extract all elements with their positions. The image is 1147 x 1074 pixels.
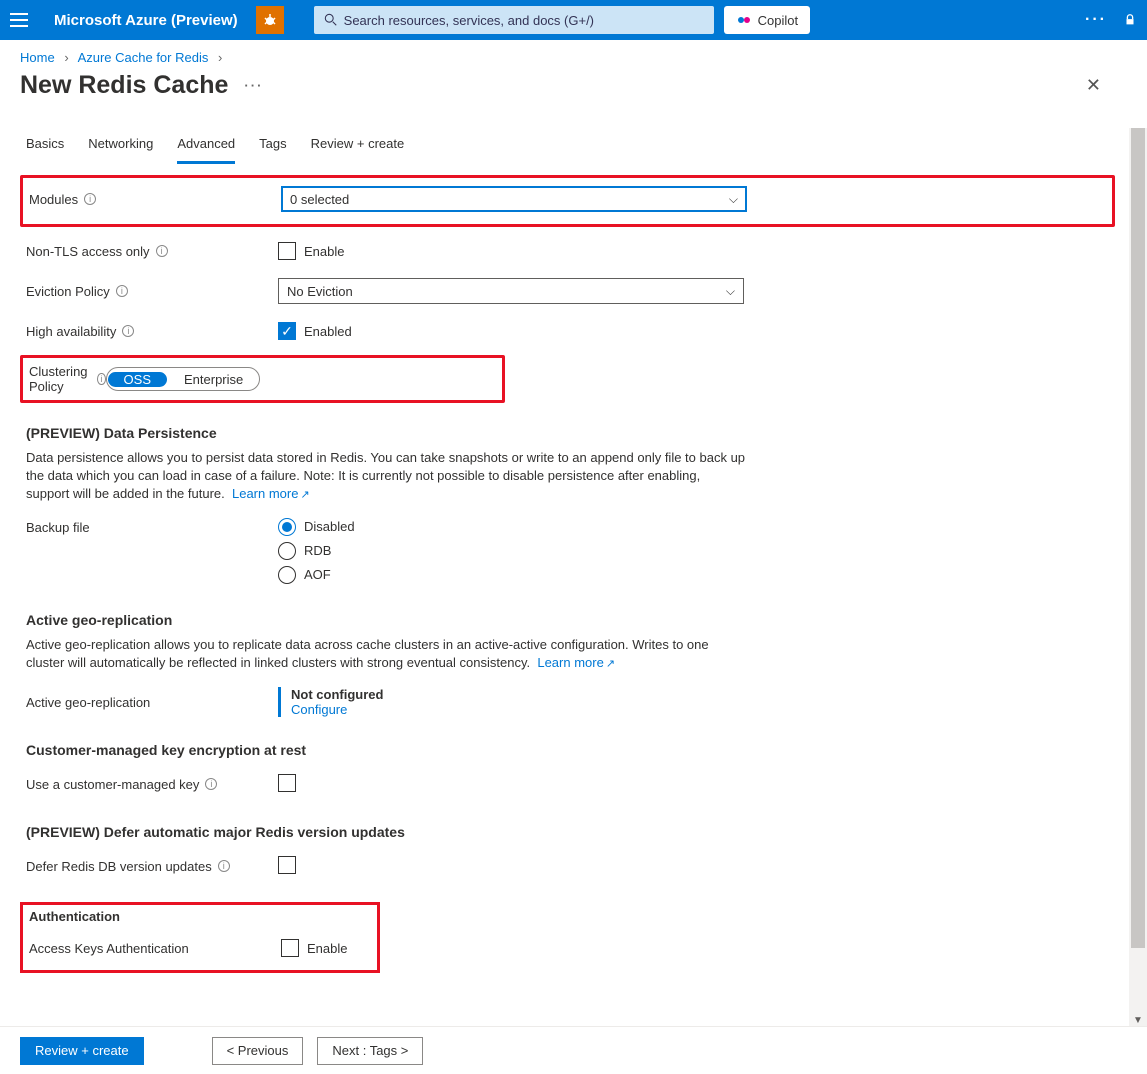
search-placeholder: Search resources, services, and docs (G+…: [344, 13, 594, 28]
ha-checkbox[interactable]: ✓: [278, 322, 296, 340]
cluster-label: Clustering Policy: [29, 364, 91, 394]
persistence-heading: (PREVIEW) Data Persistence: [26, 425, 1109, 441]
info-icon[interactable]: i: [84, 193, 96, 205]
hamburger-menu-icon[interactable]: [10, 8, 34, 32]
brand-title[interactable]: Microsoft Azure (Preview): [54, 12, 238, 29]
scroll-down-icon[interactable]: ▼: [1129, 1015, 1147, 1026]
persistence-learn-more-link[interactable]: Learn more↗: [232, 486, 310, 501]
auth-label: Access Keys Authentication: [29, 941, 189, 956]
global-search-input[interactable]: Search resources, services, and docs (G+…: [314, 6, 714, 34]
wizard-tabs: Basics Networking Advanced Tags Review +…: [26, 128, 1109, 164]
geo-learn-more-link[interactable]: Learn more↗: [537, 655, 615, 670]
backup-file-label: Backup file: [26, 520, 90, 535]
title-more-icon[interactable]: ···: [244, 78, 263, 93]
auth-checkbox[interactable]: [281, 939, 299, 957]
info-icon[interactable]: i: [122, 325, 134, 337]
vertical-scrollbar[interactable]: ▲ ▼: [1129, 128, 1147, 1026]
scrollbar-thumb[interactable]: [1131, 128, 1145, 948]
nontls-cb-label: Enable: [304, 244, 344, 259]
ha-label: High availability: [26, 324, 116, 339]
wizard-footer: Review + create < Previous Next : Tags >: [0, 1026, 1147, 1074]
geo-status: Not configured: [291, 687, 383, 702]
chevron-down-icon: ⌵: [729, 192, 738, 207]
copilot-button[interactable]: Copilot: [724, 6, 810, 34]
info-icon[interactable]: i: [116, 285, 128, 297]
external-link-icon: ↗: [606, 658, 615, 670]
copilot-icon: [736, 12, 752, 28]
cmk-heading: Customer-managed key encryption at rest: [26, 742, 1109, 758]
geo-label: Active geo-replication: [26, 695, 150, 710]
backup-disabled-radio[interactable]: [278, 518, 296, 536]
defer-heading: (PREVIEW) Defer automatic major Redis ve…: [26, 824, 1109, 840]
preview-bug-icon[interactable]: [256, 6, 284, 34]
cluster-policy-toggle[interactable]: OSS Enterprise: [106, 367, 261, 391]
cluster-enterprise-option[interactable]: Enterprise: [168, 372, 259, 387]
azure-top-header: Microsoft Azure (Preview) Search resourc…: [0, 0, 1147, 40]
eviction-dropdown[interactable]: No Eviction ⌵: [278, 278, 744, 304]
cluster-oss-option[interactable]: OSS: [108, 372, 167, 387]
close-icon[interactable]: ✕: [1086, 75, 1101, 96]
geo-heading: Active geo-replication: [26, 612, 1109, 628]
breadcrumb-home[interactable]: Home: [20, 50, 55, 65]
info-icon[interactable]: i: [156, 245, 168, 257]
review-create-button[interactable]: Review + create: [20, 1037, 144, 1065]
cmk-label: Use a customer-managed key: [26, 777, 199, 792]
eviction-label: Eviction Policy: [26, 284, 110, 299]
info-icon[interactable]: i: [218, 860, 230, 872]
auth-cb-label: Enable: [307, 941, 347, 956]
backup-aof-radio[interactable]: [278, 566, 296, 584]
next-button[interactable]: Next : Tags >: [317, 1037, 423, 1065]
info-icon[interactable]: i: [205, 778, 217, 790]
geo-configure-link[interactable]: Configure: [291, 702, 383, 717]
cmk-checkbox[interactable]: [278, 774, 296, 792]
accent-bar: [278, 687, 281, 717]
defer-label: Defer Redis DB version updates: [26, 859, 212, 874]
defer-checkbox[interactable]: [278, 856, 296, 874]
header-more-icon[interactable]: ···: [1085, 11, 1107, 29]
breadcrumb: Home › Azure Cache for Redis ›: [0, 40, 1147, 67]
previous-button[interactable]: < Previous: [212, 1037, 304, 1065]
breadcrumb-service[interactable]: Azure Cache for Redis: [78, 50, 209, 65]
ha-cb-label: Enabled: [304, 324, 352, 339]
tab-tags[interactable]: Tags: [259, 128, 286, 164]
modules-dropdown[interactable]: 0 selected ⌵: [281, 186, 747, 212]
modules-label: Modules: [29, 192, 78, 207]
external-link-icon: ↗: [300, 489, 309, 501]
chevron-down-icon: ⌵: [726, 284, 735, 299]
tab-review[interactable]: Review + create: [311, 128, 405, 164]
nontls-checkbox[interactable]: [278, 242, 296, 260]
auth-heading: Authentication: [29, 909, 371, 924]
chevron-right-icon: ›: [218, 50, 222, 65]
nontls-label: Non-TLS access only: [26, 244, 150, 259]
backup-rdb-radio[interactable]: [278, 542, 296, 560]
info-icon[interactable]: i: [97, 373, 105, 385]
page-title: New Redis Cache: [20, 71, 228, 100]
tab-networking[interactable]: Networking: [88, 128, 153, 164]
chevron-right-icon: ›: [64, 50, 68, 65]
persistence-body: Data persistence allows you to persist d…: [26, 450, 745, 501]
tab-basics[interactable]: Basics: [26, 128, 64, 164]
search-icon: [324, 13, 338, 27]
lock-icon: [1123, 13, 1137, 27]
tab-advanced[interactable]: Advanced: [177, 128, 235, 164]
